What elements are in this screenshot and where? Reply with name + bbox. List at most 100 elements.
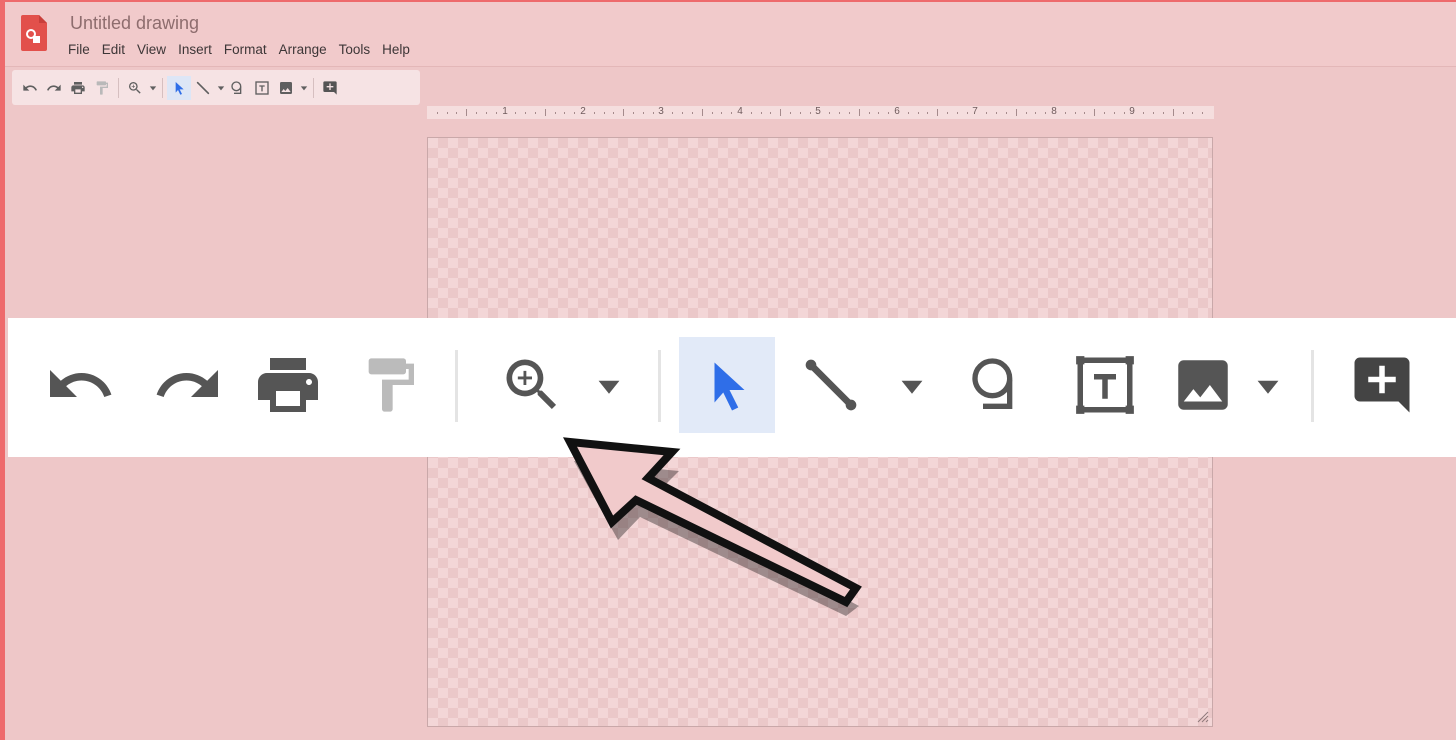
zoomed-paint-format-button[interactable] [342,337,438,433]
redo-icon [156,370,218,397]
ruler-dot [495,112,497,114]
toolbar-divider [658,350,661,422]
menu-edit[interactable]: Edit [96,40,131,59]
zoomed-zoom-button[interactable] [484,337,580,433]
print-button[interactable] [66,76,90,100]
paint-format-button[interactable] [90,76,114,100]
menu-view[interactable]: View [131,40,172,59]
ruler-tick [937,109,939,116]
line-button[interactable] [191,76,215,100]
ruler-dot [878,112,880,114]
ruler-dot [1045,112,1047,114]
menu-insert[interactable]: Insert [172,40,218,59]
ruler-dot [485,112,487,114]
ruler-label: 1 [502,106,508,117]
toolbar-divider [1311,350,1314,422]
ruler-tick [780,109,782,116]
ruler-dot [1025,112,1027,114]
ruler-dot [672,112,674,114]
ruler-dot [750,112,752,114]
zoomed-add-comment-button[interactable] [1334,337,1430,433]
zoom-dropdown-button[interactable] [147,76,158,100]
image-button[interactable] [274,76,298,100]
ruler-dot [534,112,536,114]
toolbar-divider [313,77,314,98]
ruler-label: 6 [894,106,900,117]
menu-format[interactable]: Format [218,40,273,59]
zoomed-undo-button[interactable] [32,337,128,433]
chevron-down-icon [217,85,224,90]
image-dropdown-button[interactable] [298,76,309,100]
zoomed-print-button[interactable] [240,337,336,433]
ruler-label: 3 [658,106,664,117]
menu-file[interactable]: File [62,40,96,59]
zoomed-line-button[interactable] [783,337,879,433]
redo-button[interactable] [42,76,66,100]
line-icon [196,81,210,94]
ruler-dot [996,112,998,114]
zoomed-image-dropdown-button[interactable] [1248,366,1288,406]
ruler-dot [848,112,850,114]
ruler-dot [642,112,644,114]
ruler-dot [829,112,831,114]
ruler-label: 8 [1051,106,1057,117]
add-comment-button[interactable] [318,76,342,100]
ruler-dot [1104,112,1106,114]
ruler-label: 9 [1129,106,1135,117]
google-drawings-logo-icon[interactable] [21,15,47,51]
select-cursor-icon [714,362,745,411]
menu-tools[interactable]: Tools [333,40,377,59]
ruler-dot [613,112,615,114]
ruler-dot [888,112,890,114]
ruler-dot [868,112,870,114]
ruler-dot [721,112,723,114]
zoomed-text-box-button[interactable] [1057,337,1153,433]
line-dropdown-button[interactable] [215,76,226,100]
ruler-dot [1074,112,1076,114]
zoom-icon [129,81,141,94]
resize-handle-icon[interactable] [1197,711,1209,723]
ruler-tick [701,109,703,116]
zoomed-redo-button[interactable] [140,337,236,433]
shape-button[interactable] [226,76,250,100]
undo-button[interactable] [18,76,42,100]
zoomed-zoom-dropdown-button[interactable] [589,366,629,406]
ruler-dot [809,112,811,114]
ruler-dot [1143,112,1145,114]
ruler-dot [966,112,968,114]
document-title[interactable]: Untitled drawing [70,13,199,34]
horizontal-ruler: 1 2 3 4 5 6 7 8 9 [427,106,1214,119]
ruler-dot [603,112,605,114]
ruler-dot [1084,112,1086,114]
ruler-tick [623,109,625,116]
chevron-down-icon [598,380,620,394]
toolbar-divider [162,77,163,98]
menu-help[interactable]: Help [376,40,416,59]
ruler-tick [466,109,468,116]
zoomed-image-button[interactable] [1155,337,1251,433]
print-icon [258,358,318,412]
toolbar-divider [455,350,458,422]
text-box-button[interactable] [250,76,274,100]
app-header: Untitled drawing File Edit View Insert F… [5,2,1456,67]
zoomed-line-dropdown-button[interactable] [892,366,932,406]
image-icon [280,81,292,94]
chevron-down-icon [1257,380,1279,394]
ruler-dot [574,112,576,114]
ruler-label: 2 [580,106,586,117]
ruler-dot [1113,112,1115,114]
ruler-dot [682,112,684,114]
chevron-down-icon [149,85,156,90]
zoomed-shape-button[interactable] [951,337,1047,433]
window-frame-left [0,0,5,740]
ruler-dot [633,112,635,114]
select-button[interactable] [167,75,191,100]
menu-arrange[interactable]: Arrange [273,40,333,59]
undo-icon [23,84,37,91]
paint-format-icon [368,358,414,412]
zoom-button[interactable] [123,76,147,100]
ruler-dot [927,112,929,114]
zoomed-select-button[interactable] [679,337,775,433]
ruler-dot [917,112,919,114]
ruler-dot [731,112,733,114]
